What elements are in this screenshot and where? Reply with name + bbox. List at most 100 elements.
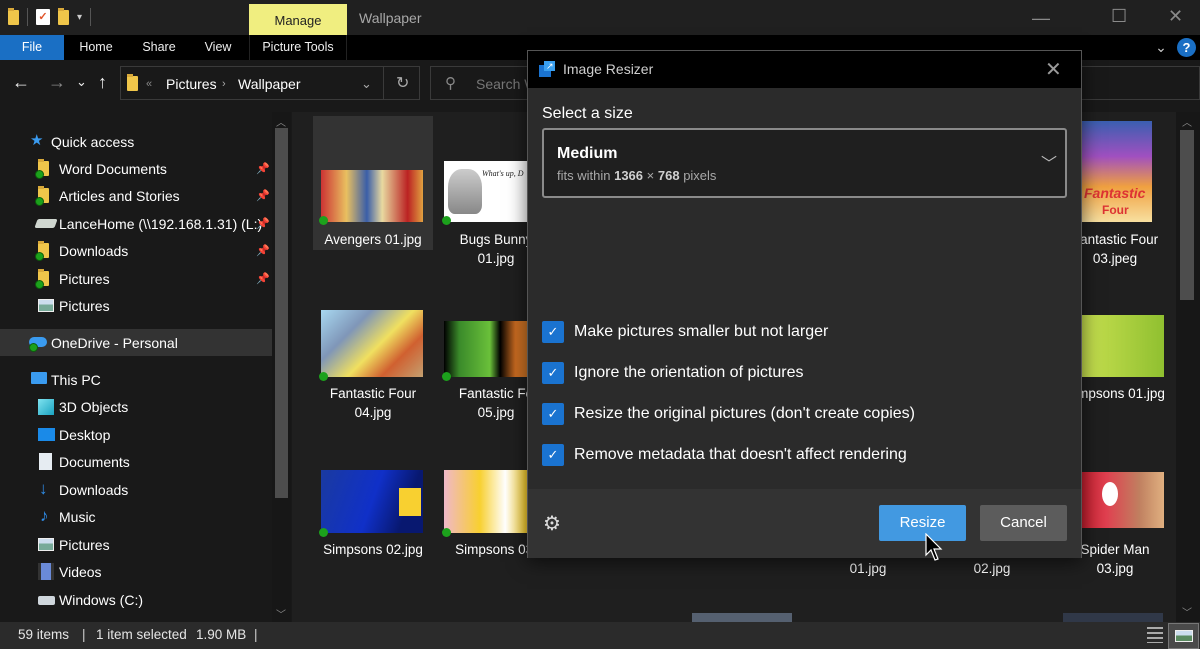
- option-smaller-not-larger[interactable]: ✓ Make pictures smaller but not larger: [542, 321, 828, 343]
- sidebar-item-desktop[interactable]: Desktop: [0, 421, 272, 448]
- sidebar-item-downloads[interactable]: Downloads 📌: [0, 237, 272, 264]
- sidebar-quick-access[interactable]: ★ Quick access: [0, 128, 272, 155]
- cancel-button[interactable]: Cancel: [980, 505, 1067, 541]
- navigation-pane-scrollbar[interactable]: ︿ ﹀: [272, 112, 291, 622]
- scrollbar-thumb[interactable]: [1180, 130, 1194, 300]
- divider: [383, 66, 384, 100]
- sidebar-item-label: Word Documents: [59, 160, 167, 177]
- address-dropdown-icon[interactable]: ⌄: [361, 76, 372, 92]
- expand-ribbon-icon[interactable]: ⌄: [1152, 35, 1170, 60]
- folder-icon[interactable]: [8, 7, 19, 25]
- file-list-scrollbar[interactable]: ︿ ﹀: [1176, 112, 1200, 622]
- file-thumbnail: [1063, 613, 1163, 622]
- file-name: 04.jpg: [354, 405, 392, 420]
- scrollbar-thumb[interactable]: [275, 128, 288, 498]
- back-icon[interactable]: ←: [12, 72, 30, 92]
- search-icon: ⚲: [445, 75, 456, 92]
- file-tile[interactable]: Fantastic Four 04.jpg: [313, 302, 433, 422]
- tab-home[interactable]: Home: [70, 35, 122, 60]
- image-resizer-app-icon: ↗: [539, 61, 555, 77]
- pin-icon[interactable]: 📌: [256, 272, 270, 285]
- file-thumbnail: [1082, 315, 1164, 377]
- breadcrumb-wallpaper[interactable]: Wallpaper: [238, 76, 301, 92]
- file-thumbnail: Fantastic Four: [1082, 121, 1152, 222]
- file-tile[interactable]: Simpsons 02.jpg: [313, 458, 433, 568]
- pin-icon[interactable]: 📌: [256, 244, 270, 257]
- sidebar-onedrive[interactable]: OneDrive - Personal: [0, 329, 272, 356]
- scroll-up-icon[interactable]: ︿: [1182, 114, 1192, 129]
- checkbox-checked-icon[interactable]: ✓: [542, 362, 564, 384]
- sidebar-item-word-documents[interactable]: Word Documents 📌: [0, 155, 272, 182]
- large-icons-view-button[interactable]: [1168, 623, 1199, 649]
- breadcrumb-separator-icon[interactable]: ›: [222, 78, 226, 90]
- star-icon: ★: [30, 132, 44, 149]
- breadcrumb-pictures[interactable]: Pictures: [166, 76, 217, 92]
- tab-file[interactable]: File: [0, 35, 64, 60]
- sidebar-item-pictures-pc[interactable]: Pictures: [0, 531, 272, 558]
- sidebar-item-label: OneDrive - Personal: [51, 334, 178, 351]
- sync-status-icon: [442, 216, 451, 225]
- checkbox-checked-icon[interactable]: ✓: [542, 444, 564, 466]
- sidebar-item-documents[interactable]: Documents: [0, 448, 272, 475]
- size-dropdown[interactable]: Medium fits within 1366 × 768 pixels ﹀: [542, 128, 1067, 198]
- tab-picture-tools[interactable]: Picture Tools: [249, 35, 347, 60]
- sidebar-item-pictures-pinned[interactable]: Pictures 📌: [0, 265, 272, 292]
- size-times: ×: [646, 168, 655, 183]
- option-ignore-orientation[interactable]: ✓ Ignore the orientation of pictures: [542, 362, 803, 384]
- file-thumbnail: [692, 613, 792, 622]
- dialog-close-icon[interactable]: ✕: [1045, 57, 1062, 82]
- help-icon[interactable]: ?: [1177, 38, 1196, 57]
- sidebar-item-windows-c[interactable]: Windows (C:): [0, 586, 272, 613]
- scroll-down-icon[interactable]: ﹀: [276, 606, 286, 621]
- scroll-up-icon[interactable]: ︿: [276, 114, 286, 129]
- sidebar-item-downloads-pc[interactable]: ↓ Downloads: [0, 476, 272, 503]
- pin-icon[interactable]: 📌: [256, 189, 270, 202]
- checkbox-checked-icon[interactable]: ✓: [542, 321, 564, 343]
- scroll-down-icon[interactable]: ﹀: [1182, 604, 1192, 619]
- forward-icon[interactable]: →: [48, 72, 66, 92]
- option-label: Remove metadata that doesn't affect rend…: [574, 446, 907, 463]
- size-width: 1366: [614, 168, 644, 183]
- details-view-icon[interactable]: [1147, 627, 1163, 643]
- settings-gear-icon[interactable]: ⚙: [543, 511, 561, 536]
- size-unit: pixels: [683, 168, 717, 183]
- file-thumbnail: [321, 470, 423, 533]
- refresh-icon[interactable]: ↻: [396, 73, 409, 93]
- sidebar-item-3d-objects[interactable]: 3D Objects: [0, 393, 272, 420]
- pictures-icon: [38, 299, 54, 312]
- large-icons-view-icon: [1175, 630, 1193, 642]
- checkbox-checked-icon[interactable]: ✓: [542, 403, 564, 425]
- sync-status-icon: [442, 528, 451, 537]
- sidebar-item-pictures[interactable]: Pictures: [0, 292, 272, 319]
- tab-share[interactable]: Share: [134, 35, 184, 60]
- sidebar-item-articles-and-stories[interactable]: Articles and Stories 📌: [0, 182, 272, 209]
- up-icon[interactable]: ↑: [98, 72, 107, 92]
- close-icon[interactable]: ✕: [1168, 6, 1183, 27]
- recent-locations-icon[interactable]: ⌄: [76, 72, 87, 92]
- maximize-icon[interactable]: ☐: [1111, 6, 1127, 27]
- sidebar-item-videos[interactable]: Videos: [0, 558, 272, 585]
- manage-context-tab[interactable]: Manage: [249, 4, 347, 35]
- minimize-icon[interactable]: —: [1032, 8, 1050, 29]
- pin-icon[interactable]: 📌: [256, 217, 270, 230]
- music-icon: ♪: [40, 506, 49, 525]
- file-name: Fantastic Four: [329, 386, 417, 401]
- properties-icon[interactable]: ✓: [36, 9, 50, 25]
- option-label: Resize the original pictures (don't crea…: [574, 405, 915, 422]
- tab-view[interactable]: View: [196, 35, 240, 60]
- sidebar-item-label: Articles and Stories: [59, 187, 180, 204]
- sidebar-this-pc[interactable]: This PC: [0, 366, 272, 393]
- sidebar-item-music[interactable]: ♪ Music: [0, 503, 272, 530]
- option-resize-originals[interactable]: ✓ Resize the original pictures (don't cr…: [542, 403, 915, 425]
- pin-icon[interactable]: 📌: [256, 162, 270, 175]
- desktop-icon: [38, 428, 55, 441]
- new-folder-icon[interactable]: [58, 7, 69, 25]
- 3d-objects-icon: [38, 399, 54, 415]
- resize-button[interactable]: Resize: [879, 505, 966, 541]
- address-bar[interactable]: « Pictures › Wallpaper ⌄ ↻: [120, 66, 420, 100]
- file-tile[interactable]: Avengers 01.jpg: [313, 116, 433, 250]
- option-remove-metadata[interactable]: ✓ Remove metadata that doesn't affect re…: [542, 444, 907, 466]
- breadcrumb-overflow[interactable]: «: [146, 78, 152, 90]
- sidebar-item-lancehome[interactable]: LanceHome (\\192.168.1.31) (L:) 📌: [0, 210, 272, 237]
- customize-toolbar-icon[interactable]: ▾: [77, 12, 82, 23]
